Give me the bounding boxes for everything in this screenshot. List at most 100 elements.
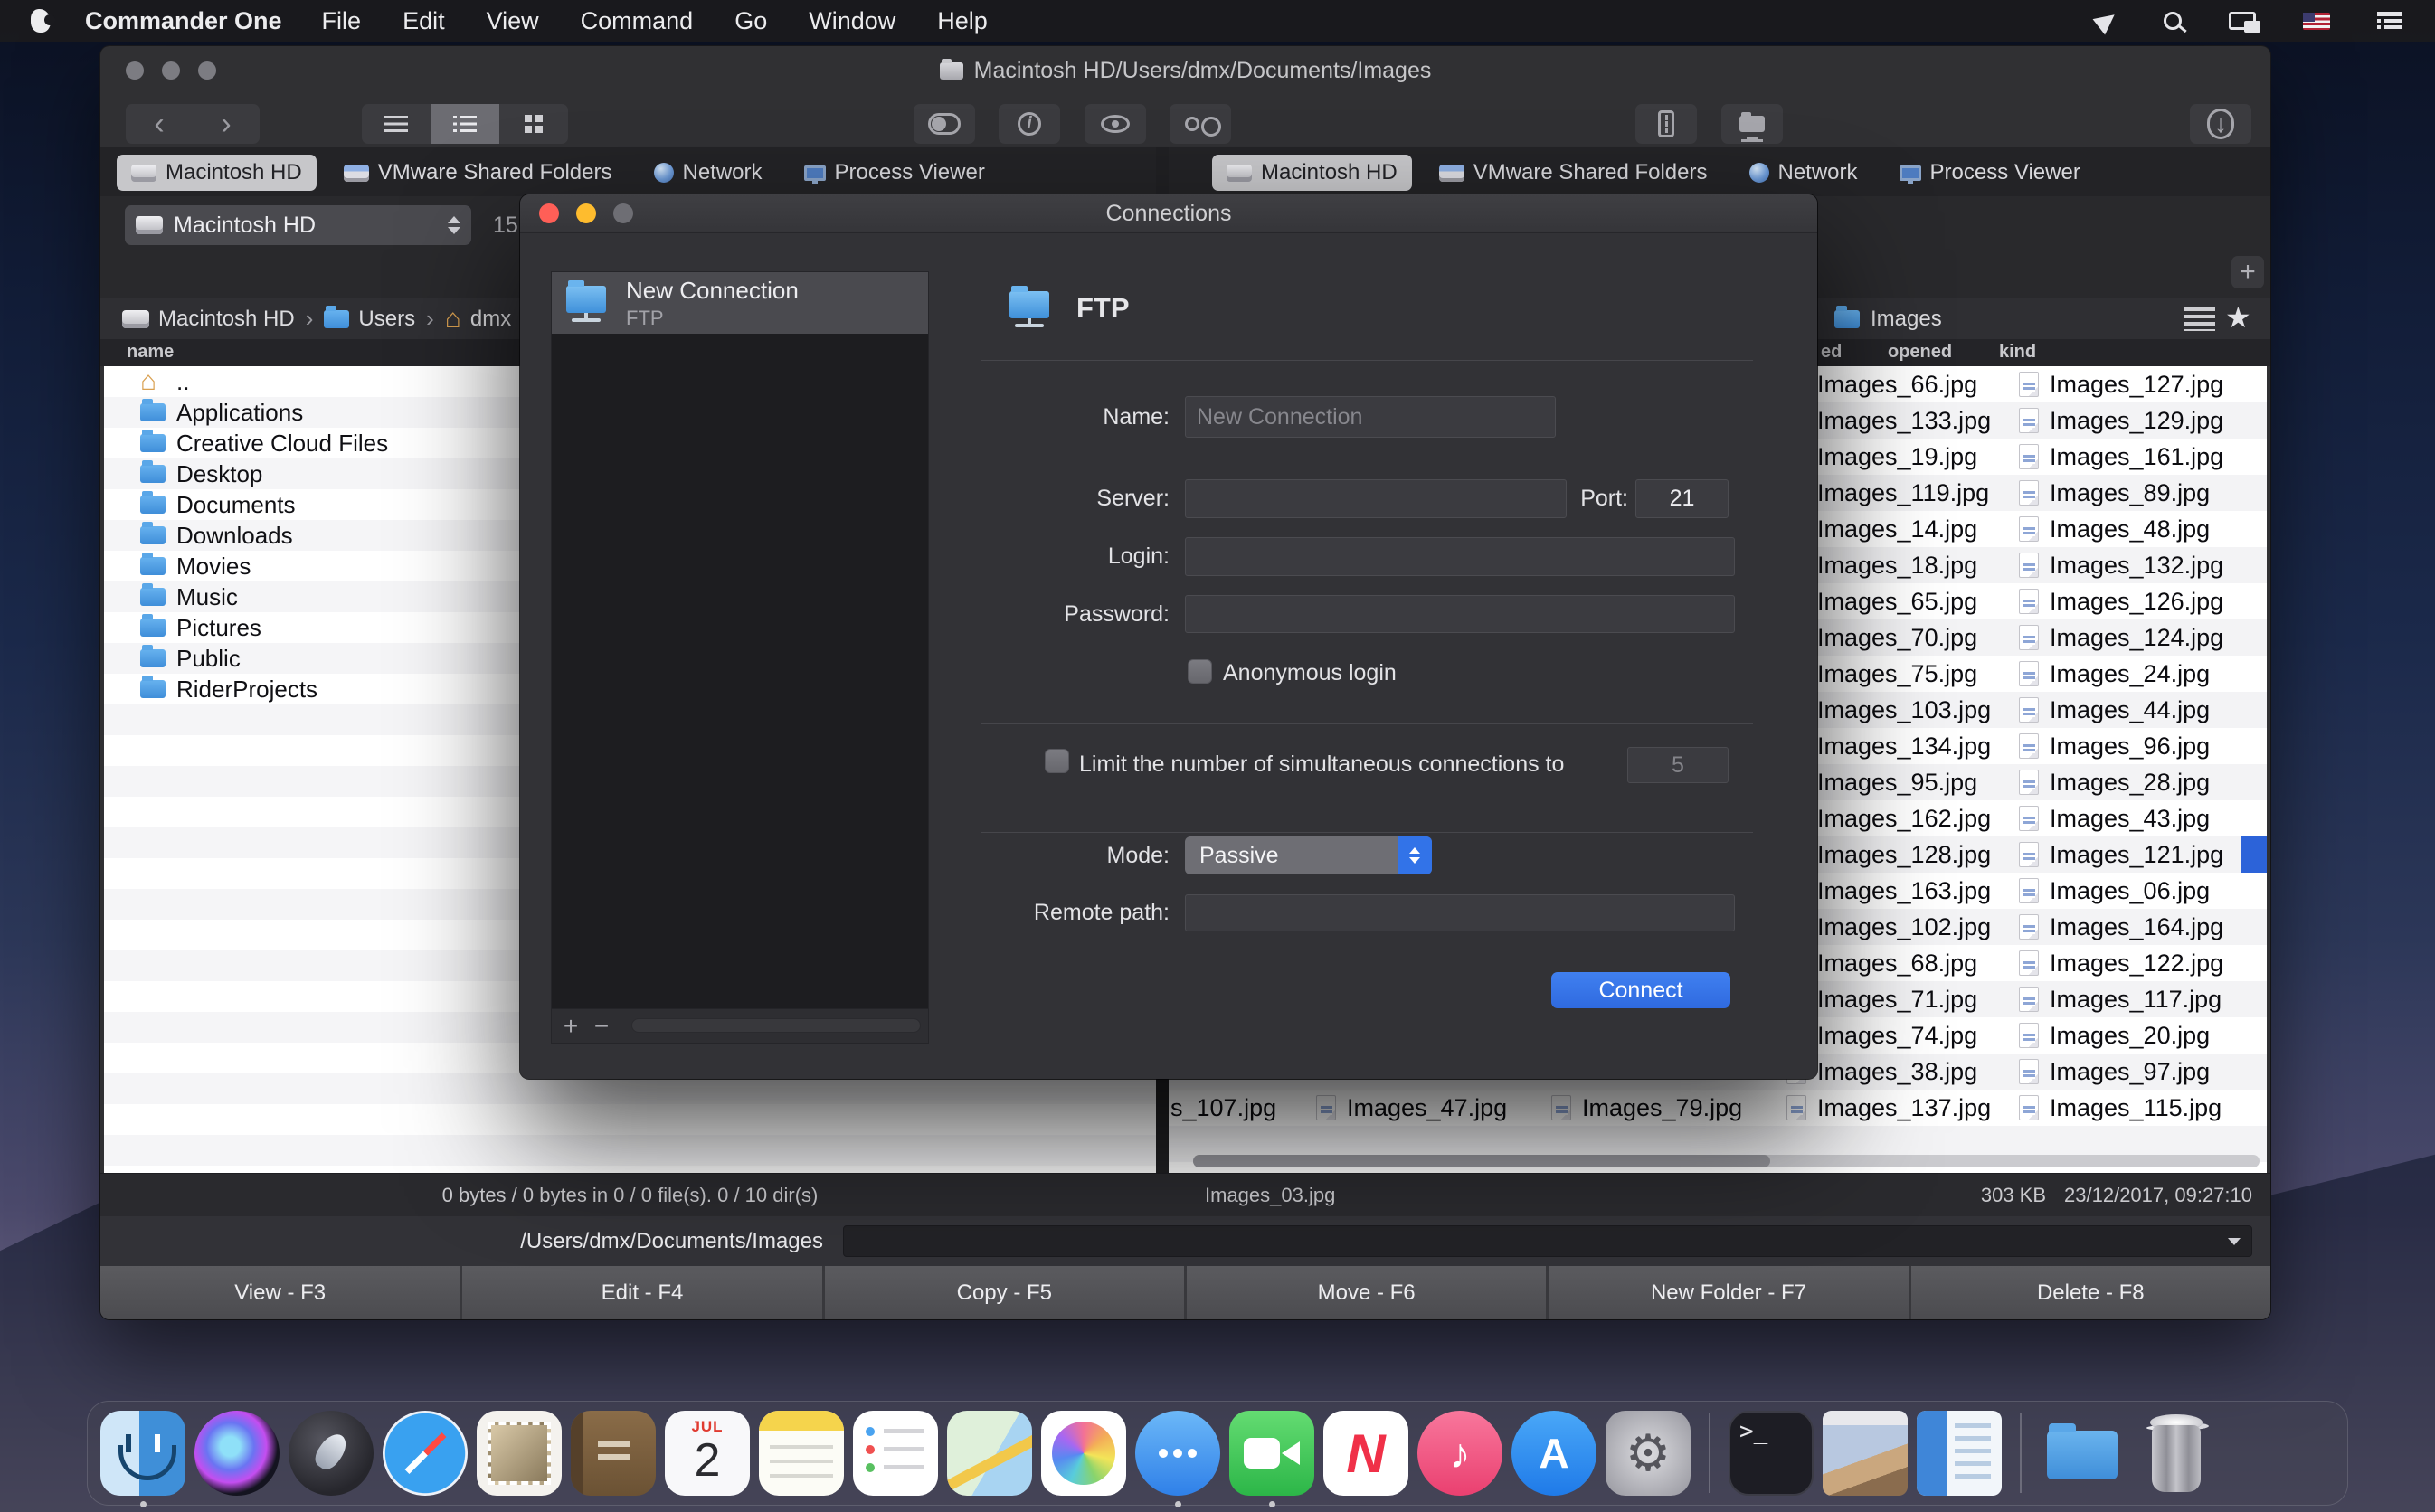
file-cell-images-126-jpg[interactable]: Images_126.jpg	[2019, 583, 2223, 619]
file-cell-images-129-jpg[interactable]: Images_129.jpg	[2019, 402, 2223, 439]
tab-macintosh-hd[interactable]: Macintosh HD	[117, 155, 317, 191]
file-cell-images-132-jpg[interactable]: Images_132.jpg	[2019, 547, 2223, 583]
notes-dock-icon[interactable]	[759, 1411, 844, 1496]
finder-dock-icon[interactable]	[100, 1411, 185, 1496]
file-cell-images-97-jpg[interactable]: Images_97.jpg	[2019, 1054, 2210, 1090]
path-chevron-down-icon[interactable]	[2228, 1238, 2241, 1245]
connect-button[interactable]: Connect	[1551, 972, 1730, 1008]
function-key-copy-f5[interactable]: Copy - F5	[825, 1266, 1184, 1319]
file-cell-images-137-jpg[interactable]: Images_137.jpg	[1786, 1090, 1991, 1126]
server-field[interactable]	[1185, 479, 1567, 518]
menu-list-icon[interactable]	[2377, 12, 2402, 30]
breadcrumb-item-macintosh-hd[interactable]: Macintosh HD	[122, 307, 295, 332]
file-cell-images-47-jpg[interactable]: Images_47.jpg	[1316, 1090, 1507, 1126]
dual-pane-toggle-button[interactable]	[914, 104, 975, 144]
calendar-dock-icon[interactable]: JUL2	[665, 1411, 750, 1496]
info-button[interactable]: i	[999, 104, 1060, 144]
menu-help[interactable]: Help	[937, 7, 988, 35]
tab-network[interactable]: Network	[1735, 155, 1872, 191]
safari-dock-icon[interactable]	[383, 1411, 468, 1496]
column-header-name[interactable]: name	[127, 342, 174, 363]
dialog-minimize-button[interactable]	[576, 203, 596, 223]
breadcrumb-item-dmx[interactable]: ⌂dmx	[445, 306, 511, 333]
file-cell-images-161-jpg[interactable]: Images_161.jpg	[2019, 439, 2223, 475]
file-cell-images-89-jpg[interactable]: Images_89.jpg	[2019, 475, 2210, 511]
contacts-dock-icon[interactable]	[571, 1411, 656, 1496]
file-cell-images-121-jpg[interactable]: Images_121.jpg	[2019, 836, 2223, 873]
horizontal-scrollbar[interactable]	[1193, 1155, 2260, 1167]
file-cell-images-115-jpg[interactable]: Images_115.jpg	[2019, 1090, 2222, 1126]
file-cell-images-43-jpg[interactable]: Images_43.jpg	[2019, 800, 2210, 836]
apple-menu-icon[interactable]	[31, 9, 51, 33]
scrollbar-thumb[interactable]	[1193, 1155, 1770, 1167]
remote-path-field[interactable]	[1185, 894, 1735, 931]
settings-dock-icon[interactable]: ⚙	[1606, 1411, 1691, 1496]
name-field[interactable]	[1185, 396, 1556, 438]
tab-macintosh-hd[interactable]: Macintosh HD	[1212, 155, 1412, 191]
menu-command[interactable]: Command	[581, 7, 694, 35]
maps-dock-icon[interactable]	[947, 1411, 1032, 1496]
tab-vmware-shared-folders[interactable]: VMware Shared Folders	[329, 155, 627, 191]
window-titlebar[interactable]: Macintosh HD/Users/dmx/Documents/Images	[100, 46, 2270, 96]
window-blue-dock-icon[interactable]	[1917, 1411, 2002, 1496]
column-header-ed[interactable]: ed	[1821, 342, 1842, 363]
window-pic-dock-icon[interactable]	[1823, 1411, 1908, 1496]
port-field[interactable]	[1635, 479, 1729, 518]
limit-connections-checkbox[interactable]	[1045, 749, 1069, 773]
dialog-titlebar[interactable]: Connections	[520, 194, 1817, 233]
file-cell-images-24-jpg[interactable]: Images_24.jpg	[2019, 656, 2210, 692]
file-cell-images-122-jpg[interactable]: Images_122.jpg	[2019, 945, 2223, 981]
tab-process-viewer[interactable]: Process Viewer	[790, 155, 1000, 191]
limit-count-field[interactable]	[1627, 747, 1729, 783]
function-key-edit-f4[interactable]: Edit - F4	[462, 1266, 821, 1319]
archive-button[interactable]	[1635, 104, 1697, 144]
mail-dock-icon[interactable]	[477, 1411, 562, 1496]
menu-file[interactable]: File	[322, 7, 362, 35]
menu-window[interactable]: Window	[809, 7, 895, 35]
command-input[interactable]	[843, 1225, 2252, 1257]
file-cell-images-44-jpg[interactable]: Images_44.jpg	[2019, 692, 2210, 728]
appstore-dock-icon[interactable]: A	[1511, 1411, 1596, 1496]
file-cell-images-124-jpg[interactable]: Images_124.jpg	[2019, 619, 2223, 656]
downloads-dock-icon[interactable]	[2040, 1411, 2125, 1496]
dialog-close-button[interactable]	[539, 203, 559, 223]
function-key-new-folder-f7[interactable]: New Folder - F7	[1549, 1266, 1908, 1319]
list-view-icon[interactable]	[2184, 307, 2215, 331]
us-flag-icon[interactable]	[2303, 13, 2330, 30]
anonymous-checkbox[interactable]	[1188, 659, 1212, 684]
function-key-move-f6[interactable]: Move - F6	[1187, 1266, 1546, 1319]
remove-connection-button[interactable]: −	[586, 1009, 617, 1044]
close-button[interactable]	[126, 61, 144, 80]
terminal-dock-icon[interactable]: >_	[1729, 1411, 1814, 1496]
search-button[interactable]	[1170, 104, 1231, 144]
menu-view[interactable]: View	[487, 7, 539, 35]
login-field[interactable]	[1185, 537, 1735, 576]
photos-dock-icon[interactable]	[1041, 1411, 1126, 1496]
view-detail-button[interactable]	[431, 104, 499, 144]
drive-selector[interactable]: Macintosh HD	[125, 205, 471, 245]
menu-go[interactable]: Go	[734, 7, 767, 35]
add-connection-button[interactable]: +	[2231, 256, 2264, 288]
list-scroll-track[interactable]	[631, 1018, 921, 1033]
network-connect-button[interactable]	[1721, 104, 1783, 144]
file-cell-images-06-jpg[interactable]: Images_06.jpg	[2019, 873, 2210, 909]
siri-dock-icon[interactable]	[194, 1411, 280, 1496]
file-cell-images-28-jpg[interactable]: Images_28.jpg	[2019, 764, 2210, 800]
messages-dock-icon[interactable]	[1135, 1411, 1220, 1496]
menu-edit[interactable]: Edit	[403, 7, 445, 35]
launchpad-dock-icon[interactable]	[289, 1411, 374, 1496]
password-field[interactable]	[1185, 595, 1735, 633]
function-key-delete-f8[interactable]: Delete - F8	[1911, 1266, 2270, 1319]
function-key-view-f3[interactable]: View - F3	[100, 1266, 460, 1319]
app-menu[interactable]: Commander One	[85, 7, 282, 35]
itunes-dock-icon[interactable]: ♪	[1417, 1411, 1502, 1496]
cursor-icon[interactable]	[2093, 7, 2121, 35]
mode-popup[interactable]: Passive	[1185, 836, 1432, 874]
view-grid-button[interactable]	[499, 104, 568, 144]
file-cell-images-117-jpg[interactable]: Images_117.jpg	[2019, 981, 2222, 1017]
breadcrumb-item-users[interactable]: Users	[324, 307, 415, 332]
file-cell-images-79-jpg[interactable]: Images_79.jpg	[1551, 1090, 1742, 1126]
tab-process-viewer[interactable]: Process Viewer	[1885, 155, 2095, 191]
news-dock-icon[interactable]: N	[1323, 1411, 1408, 1496]
tab-vmware-shared-folders[interactable]: VMware Shared Folders	[1425, 155, 1722, 191]
